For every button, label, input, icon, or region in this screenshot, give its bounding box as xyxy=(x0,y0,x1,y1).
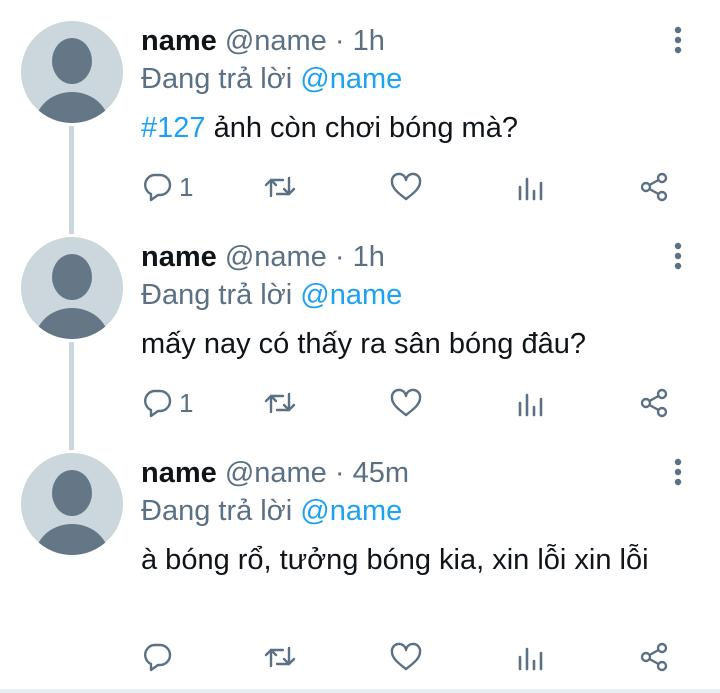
dot-separator: · xyxy=(334,457,353,489)
display-name[interactable]: name xyxy=(141,25,217,57)
display-name[interactable]: name xyxy=(141,241,217,273)
reply-prefix: Đang trả lời xyxy=(141,279,293,311)
share-button[interactable] xyxy=(639,386,669,420)
reply-context: Đang trả lời @name xyxy=(141,494,402,528)
tweet-text: mấy nay có thấy ra sân bóng đâu? xyxy=(141,328,586,360)
reply-icon xyxy=(144,389,172,418)
retweet-button[interactable] xyxy=(262,640,298,674)
timestamp[interactable]: 45m xyxy=(353,457,409,489)
share-button[interactable] xyxy=(639,170,669,204)
share-icon xyxy=(640,172,668,202)
tweet-text: à bóng rổ, tưởng bóng kia, xin lỗi xin l… xyxy=(141,544,649,576)
like-icon xyxy=(390,388,422,417)
avatar-placeholder-icon xyxy=(35,38,109,123)
more-options-button[interactable] xyxy=(668,26,688,56)
share-icon xyxy=(640,388,668,418)
share-button[interactable] xyxy=(639,640,669,674)
handle[interactable]: @name xyxy=(225,457,327,489)
analytics-icon xyxy=(518,647,543,671)
tweet-actions: 1 xyxy=(141,386,681,420)
timestamp[interactable]: 1h xyxy=(353,25,385,57)
avatar-placeholder-icon xyxy=(35,254,109,339)
reply-icon xyxy=(144,173,172,202)
tweet-header: name @name · 1h xyxy=(141,240,385,274)
more-vertical-icon xyxy=(674,242,682,270)
tweet-text: #127 ảnh còn chơi bóng mà? xyxy=(141,108,681,148)
reply-prefix: Đang trả lời xyxy=(141,63,293,95)
reply-count: 1 xyxy=(179,387,194,418)
like-icon xyxy=(390,172,422,201)
avatar-placeholder-icon xyxy=(35,470,109,555)
reply-context: Đang trả lời @name xyxy=(141,62,402,96)
handle[interactable]: @name xyxy=(225,25,327,57)
reply-button[interactable]: 1 xyxy=(141,170,193,204)
analytics-button[interactable] xyxy=(517,170,545,204)
reply-context: Đang trả lời @name xyxy=(141,278,402,312)
tweet-actions: 1 xyxy=(141,170,681,204)
like-icon xyxy=(390,642,422,671)
reply-button[interactable] xyxy=(141,640,173,674)
like-button[interactable] xyxy=(389,170,423,204)
bottom-divider xyxy=(0,689,720,693)
retweet-icon xyxy=(264,176,296,198)
reply-mention-link[interactable]: @name xyxy=(300,63,402,95)
display-name[interactable]: name xyxy=(141,457,217,489)
reply-button[interactable]: 1 xyxy=(141,386,193,420)
more-options-button[interactable] xyxy=(668,458,688,488)
timestamp[interactable]: 1h xyxy=(353,241,385,273)
dot-separator: · xyxy=(334,25,353,57)
more-vertical-icon xyxy=(674,458,682,486)
hashtag-link[interactable]: #127 xyxy=(141,112,206,144)
tweet-header: name @name · 1h xyxy=(141,24,385,58)
analytics-button[interactable] xyxy=(517,386,545,420)
like-button[interactable] xyxy=(389,640,423,674)
more-vertical-icon xyxy=(674,26,682,54)
avatar[interactable] xyxy=(21,453,123,555)
avatar[interactable] xyxy=(21,21,123,123)
like-button[interactable] xyxy=(389,386,423,420)
tweet-text-content: ảnh còn chơi bóng mà? xyxy=(205,112,518,144)
more-options-button[interactable] xyxy=(668,242,688,272)
analytics-button[interactable] xyxy=(517,640,545,674)
reply-prefix: Đang trả lời xyxy=(141,495,293,527)
analytics-icon xyxy=(518,177,543,201)
tweet-actions xyxy=(141,640,681,674)
analytics-icon xyxy=(518,393,543,417)
tweet-header: name @name · 45m xyxy=(141,456,409,490)
tweet[interactable]: name @name · 45m Đang trả lời @name à bó… xyxy=(0,432,720,689)
avatar[interactable] xyxy=(21,237,123,339)
handle[interactable]: @name xyxy=(225,241,327,273)
tweet[interactable]: name @name · 1h Đang trả lời @name mấy n… xyxy=(0,216,720,432)
reply-count: 1 xyxy=(179,171,194,202)
retweet-icon xyxy=(264,392,296,414)
share-icon xyxy=(640,642,668,672)
reply-icon xyxy=(144,643,172,672)
retweet-button[interactable] xyxy=(262,170,298,204)
retweet-button[interactable] xyxy=(262,386,298,420)
reply-mention-link[interactable]: @name xyxy=(300,279,402,311)
tweet[interactable]: name @name · 1h Đang trả lời @name #127 … xyxy=(0,0,720,216)
dot-separator: · xyxy=(334,241,353,273)
reply-mention-link[interactable]: @name xyxy=(300,495,402,527)
retweet-icon xyxy=(264,646,296,668)
